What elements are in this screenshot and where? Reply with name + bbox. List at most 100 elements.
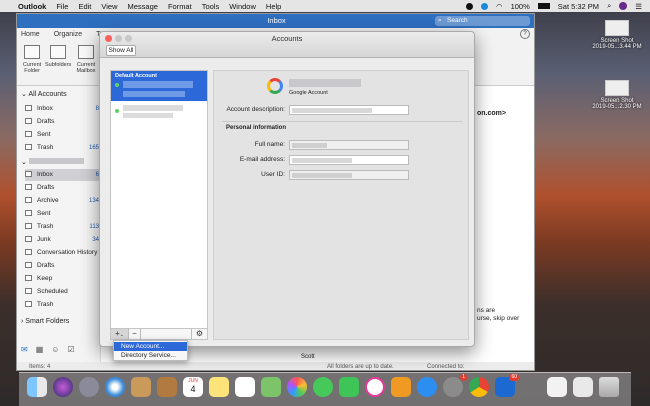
menu-help[interactable]: Help [266,2,281,11]
add-account-button[interactable]: +⌄ [111,329,129,339]
remove-account-button[interactable]: − [129,329,141,339]
gear-icon: ⚙ [195,329,204,338]
folder-item[interactable]: Inbox 8 [25,103,101,115]
battery-icon[interactable] [537,3,550,9]
notes-icon[interactable] [209,377,229,397]
clock[interactable]: Sat 5:32 PM [558,2,599,11]
account-list-item-selected[interactable]: Default Account [111,71,207,101]
status-dot-icon[interactable] [466,2,474,10]
facetime-icon[interactable] [339,377,359,397]
menu-format[interactable]: Format [168,2,192,11]
search-field[interactable]: ⌕ Search [435,16,530,26]
folder-item[interactable]: Junk 34 [25,234,101,246]
trash-icon[interactable] [599,377,619,397]
photo-viewer-icon[interactable] [131,377,151,397]
folder-item[interactable]: Inbox 6 [25,169,101,181]
finder-icon[interactable] [27,377,47,397]
calendar-icon[interactable]: JUN 4 [183,377,203,397]
account-actions-button[interactable]: ⚙ [191,329,207,339]
menu-edit[interactable]: Edit [78,2,91,11]
current-folder-button[interactable]: Current Folder [19,45,45,74]
tab-organize[interactable]: Organize [54,28,82,41]
folder-label: Scheduled [37,288,68,295]
email-field[interactable] [289,155,409,165]
folder-item[interactable]: Drafts [25,116,101,128]
launchpad-icon[interactable] [79,377,99,397]
calendar-module-icon[interactable]: ▦ [36,345,44,354]
battery-percent[interactable]: 100% [511,2,530,11]
system-preferences-icon[interactable]: 1 [443,374,467,397]
contacts-icon[interactable] [157,377,177,397]
full-name-field[interactable] [289,140,409,150]
folder-item[interactable]: Trash 165 [25,142,101,154]
skype-icon[interactable] [481,2,489,10]
folder-item[interactable]: Trash 113 [25,221,101,233]
photos-icon[interactable] [287,377,307,397]
reminders-icon[interactable] [235,377,255,397]
outlook-icon[interactable]: 60 [495,374,519,397]
folder-item[interactable]: Scheduled [25,286,101,298]
menu-app-name[interactable]: Outlook [18,2,46,11]
folder-item[interactable]: Trash [25,299,101,311]
chevron-down-icon: ⌄ [21,159,29,166]
people-module-icon[interactable]: ☺ [51,345,59,354]
status-bar: Items: 4 All folders are up to date. Con… [17,362,534,370]
outlook-titlebar: Inbox ⌕ Search [17,14,534,28]
notification-center-icon[interactable]: ☰ [635,2,642,11]
calendar-day: 4 [190,384,196,394]
user-id-field[interactable] [289,170,409,180]
spotlight-icon[interactable]: ⌕ [607,1,611,11]
ibooks-icon[interactable] [391,377,411,397]
folder-item[interactable]: Drafts [25,182,101,194]
menu-view[interactable]: View [101,2,117,11]
all-accounts-header[interactable]: ⌄ All Accounts [21,90,67,98]
document-icon[interactable] [547,377,567,397]
smart-folders-header[interactable]: › Smart Folders [21,318,69,325]
folder-item[interactable]: Sent [25,208,101,220]
current-mailbox-button[interactable]: Current Mailbox [73,45,99,74]
redacted-account-name [28,158,84,164]
account-list-item[interactable] [111,101,207,121]
redacted-account-email [123,91,185,97]
folder-item[interactable]: Drafts [25,260,101,272]
folder-item[interactable]: Conversation History [25,247,101,259]
tasks-module-icon[interactable]: ☑ [67,345,74,354]
account-header-redacted[interactable]: ⌄ [21,158,84,166]
drafts-icon [25,118,32,124]
messages-icon[interactable] [313,377,333,397]
account-description-field[interactable] [289,105,409,115]
folder-item[interactable]: Sent [25,129,101,141]
desktop-file-screenshot-1[interactable]: Screen Shot 2019-05...3.44 PM [592,20,642,50]
reading-text: urse, skip over [477,315,520,322]
directory-service-menu-item[interactable]: Directory Service... [114,351,187,360]
folder-count: 113 [89,224,99,230]
folder-label: Trash [37,144,54,151]
ribbon-label: Current Mailbox [76,62,96,74]
image-file-icon[interactable] [573,377,593,397]
subfolders-button[interactable]: Subfolders [45,45,71,68]
chrome-icon[interactable] [469,377,489,397]
mail-module-icon[interactable]: ✉ [21,345,28,354]
menu-tools[interactable]: Tools [202,2,220,11]
menu-message[interactable]: Message [128,2,158,11]
safari-icon[interactable] [105,377,125,397]
itunes-icon[interactable] [365,377,385,397]
siri-icon[interactable] [53,377,73,397]
app-store-icon[interactable] [417,377,437,397]
user-avatar-icon[interactable] [619,2,628,10]
maps-icon[interactable] [261,377,281,397]
personal-info-header: Personal information [226,125,287,131]
wifi-icon[interactable]: ◠ [496,2,503,11]
folder-item[interactable]: Archive 134 [25,195,101,207]
desktop-file-screenshot-2[interactable]: Screen Shot 2019-05...2.30 PM [592,80,642,110]
folder-item[interactable]: Keep [25,273,101,285]
tab-home[interactable]: Home [21,28,40,41]
menu-window[interactable]: Window [229,2,256,11]
help-icon[interactable]: ? [520,29,530,39]
archive-icon [25,197,32,203]
menu-bar: Outlook File Edit View Message Format To… [0,0,650,12]
menu-file[interactable]: File [56,2,68,11]
new-account-menu-item[interactable]: New Account... [114,342,187,351]
show-all-button[interactable]: Show All [106,45,136,56]
folder-label: Junk [37,236,51,243]
